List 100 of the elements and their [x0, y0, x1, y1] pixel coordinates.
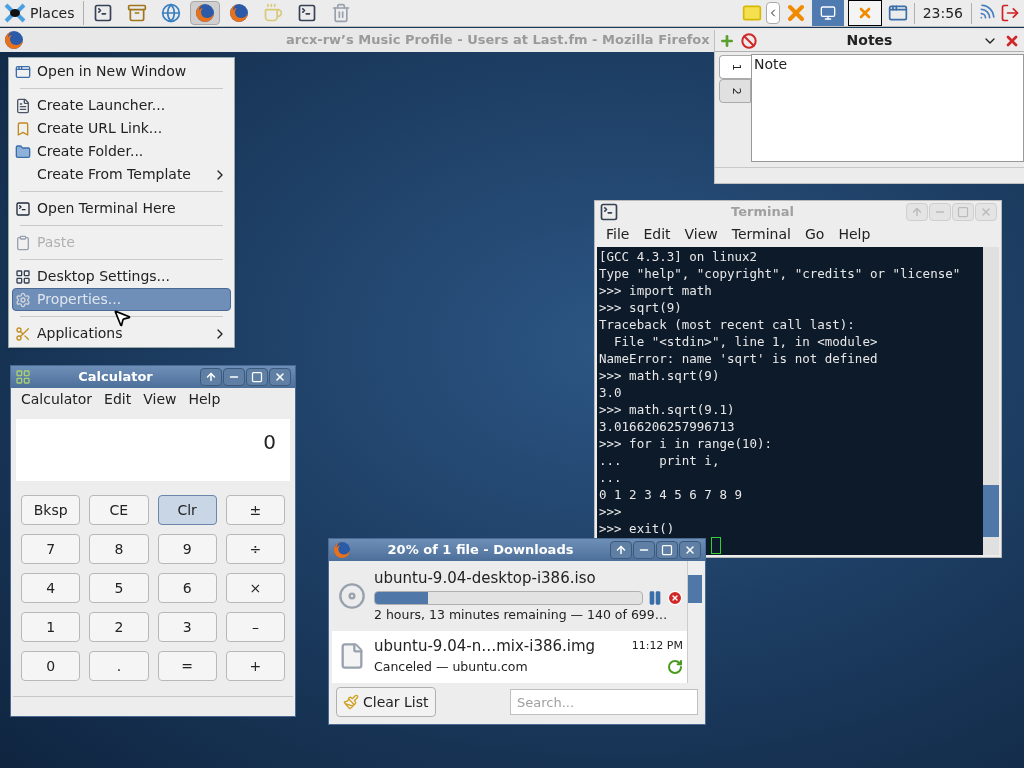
close-icon: [980, 206, 992, 218]
shade-button[interactable]: [610, 541, 632, 559]
menu-item[interactable]: Terminal: [731, 223, 791, 245]
menu-item[interactable]: Applications: [12, 322, 231, 345]
terminal-line: NameError: name 'sqrt' is not defined: [599, 350, 878, 367]
terminal-line: 3.0166206257996713: [599, 418, 735, 435]
window-icon: [15, 63, 31, 80]
menu-item[interactable]: View: [684, 223, 718, 245]
menu-item[interactable]: Create URL Link...: [12, 117, 231, 140]
shade-button[interactable]: [200, 368, 222, 386]
key-button[interactable]: +: [225, 651, 285, 681]
download-status: 2 hours, 13 minutes remaining — 140 of 699…: [374, 605, 669, 624]
menu-item[interactable]: Open Terminal Here: [12, 197, 231, 220]
delete-icon: [741, 32, 757, 49]
terminal-icon: [15, 200, 31, 217]
menu-item[interactable]: Create Launcher...: [12, 94, 231, 117]
firefox-icon: [333, 541, 351, 559]
key-button[interactable]: ×: [225, 573, 285, 603]
minimize-button[interactable]: [633, 541, 655, 559]
disc-file-icon: [338, 582, 366, 610]
window-title: Notes: [845, 31, 894, 50]
menu-item[interactable]: Create From Template: [12, 163, 231, 186]
menu-item[interactable]: View: [143, 388, 177, 410]
file-name: ubuntu-9.04-n…mix-i386.img: [374, 636, 597, 658]
menu-item[interactable]: Create Folder...: [12, 140, 231, 163]
menu-item[interactable]: Edit: [104, 388, 132, 410]
workspace-button[interactable]: [847, 0, 882, 26]
expand-button[interactable]: [765, 2, 780, 24]
arrow-up-icon: [205, 371, 217, 383]
key-button[interactable]: –: [225, 612, 285, 642]
terminal-line: >>> import math: [599, 282, 712, 299]
calculator-icon: [15, 369, 31, 385]
key-button[interactable]: ÷: [225, 534, 285, 564]
window-title: Calculator: [77, 368, 154, 387]
document-icon: [15, 97, 31, 114]
key-button[interactable]: 2: [89, 612, 149, 642]
note-text-area[interactable]: Note: [751, 54, 1024, 162]
text-cursor: [711, 537, 721, 554]
mouse-cursor-icon: [112, 308, 132, 328]
terminal-line: >>> math.sqrt(9): [599, 367, 720, 384]
launcher-button[interactable]: [189, 1, 220, 25]
key-button[interactable]: 7: [21, 534, 81, 564]
terminal-line: Type "help", "copyright", "credits" or "license": [599, 265, 961, 282]
terminal-icon: [599, 202, 619, 222]
firefox-icon: [194, 3, 215, 23]
key-button[interactable]: .: [89, 651, 149, 681]
menu-item[interactable]: Edit: [643, 223, 671, 245]
search-field[interactable]: Search...: [510, 689, 698, 715]
monitor-icon: [819, 5, 836, 21]
key-button[interactable]: 3: [157, 612, 217, 642]
menu-item[interactable]: Desktop Settings...: [12, 265, 231, 288]
firefox-icon: [4, 30, 24, 50]
close-button[interactable]: [679, 541, 701, 559]
key-button[interactable]: 1: [21, 612, 81, 642]
mouse-logo-icon: [4, 3, 26, 23]
terminal-line: Traceback (most recent call last):: [599, 316, 855, 333]
teapot-icon: [262, 3, 283, 23]
key-button[interactable]: 8: [89, 534, 149, 564]
clock: 23:56: [913, 2, 972, 24]
menu-item[interactable]: Calculator: [21, 388, 93, 410]
menu-item[interactable]: File: [606, 223, 630, 245]
minimize-button[interactable]: [223, 368, 245, 386]
terminal-line: 3.0: [599, 384, 622, 401]
menu-item[interactable]: Open in New Window: [12, 60, 231, 83]
arrow-up-icon: [911, 206, 923, 218]
maximize-icon: [957, 206, 969, 218]
key-button[interactable]: 0: [21, 651, 81, 681]
maximize-button[interactable]: [246, 368, 268, 386]
download-item[interactable]: ubuntu-9.04-desktop-i386.iso 2 hours, 13 minutes remaining — 140 of 699…: [332, 561, 687, 631]
close-button[interactable]: [269, 368, 291, 386]
key-button[interactable]: CE: [89, 495, 149, 525]
menu-item[interactable]: Help: [188, 388, 221, 410]
key-button[interactable]: 4: [21, 573, 81, 603]
note-tab[interactable]: 2: [719, 79, 751, 103]
maximize-button[interactable]: [656, 541, 678, 559]
terminal-line: ... print i,: [599, 452, 720, 469]
key-button[interactable]: ±: [225, 495, 285, 525]
menu-item[interactable]: Help: [838, 223, 871, 245]
terminal-line: >>> for i in range(10):: [599, 435, 773, 452]
note-tab[interactable]: 1: [719, 55, 751, 79]
menu-item[interactable]: Go: [804, 223, 825, 245]
retry-icon: [667, 659, 683, 676]
key-button[interactable]: 9: [157, 534, 217, 564]
key-button[interactable]: 5: [89, 573, 149, 603]
arrow-up-icon: [615, 544, 627, 556]
places-button[interactable]: Places: [4, 1, 84, 25]
terminal-line: >>> exit(): [599, 520, 675, 537]
terminal-icon: [92, 3, 113, 23]
maximize-icon: [251, 371, 263, 383]
key-button[interactable]: 6: [157, 573, 217, 603]
terminal-line: ...: [599, 469, 622, 486]
pause-icon: [647, 589, 663, 606]
folder-icon: [15, 143, 31, 160]
maximize-icon: [661, 544, 673, 556]
key-button[interactable]: =: [157, 651, 217, 681]
trash-icon: [330, 3, 351, 23]
clear-list-button[interactable]: Clear List: [336, 687, 436, 717]
key-button[interactable]: Clr: [157, 495, 217, 525]
key-button[interactable]: Bksp: [21, 495, 81, 525]
file-name: ubuntu-9.04-desktop-i386.iso: [374, 568, 597, 590]
